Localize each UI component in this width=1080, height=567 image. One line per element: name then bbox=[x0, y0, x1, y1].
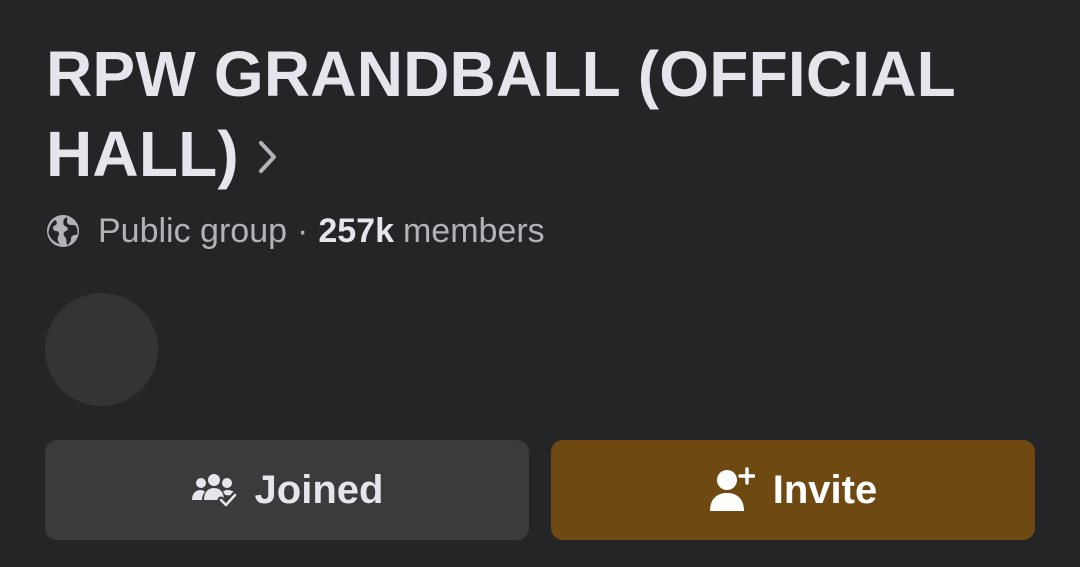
joined-label: Joined bbox=[254, 467, 384, 512]
group-title[interactable]: RPW GRANDBALL (OFFICIAL HALL) bbox=[46, 34, 1026, 199]
group-meta: Public group · 257k members bbox=[46, 208, 545, 254]
invite-button[interactable]: Invite bbox=[551, 440, 1035, 540]
meta-separator: · bbox=[297, 211, 309, 250]
chevron-right-icon[interactable] bbox=[257, 113, 279, 193]
globe-icon bbox=[46, 214, 80, 248]
privacy-label: Public group bbox=[98, 211, 288, 250]
joined-button[interactable]: Joined bbox=[45, 440, 529, 540]
member-count: 257k bbox=[318, 211, 394, 250]
avatar[interactable] bbox=[45, 293, 158, 406]
invite-label: Invite bbox=[772, 467, 878, 512]
add-person-icon bbox=[709, 467, 755, 513]
group-title-text: RPW GRANDBALL (OFFICIAL HALL) bbox=[46, 38, 955, 190]
members-label: members bbox=[402, 211, 545, 250]
group-check-icon bbox=[191, 472, 237, 508]
